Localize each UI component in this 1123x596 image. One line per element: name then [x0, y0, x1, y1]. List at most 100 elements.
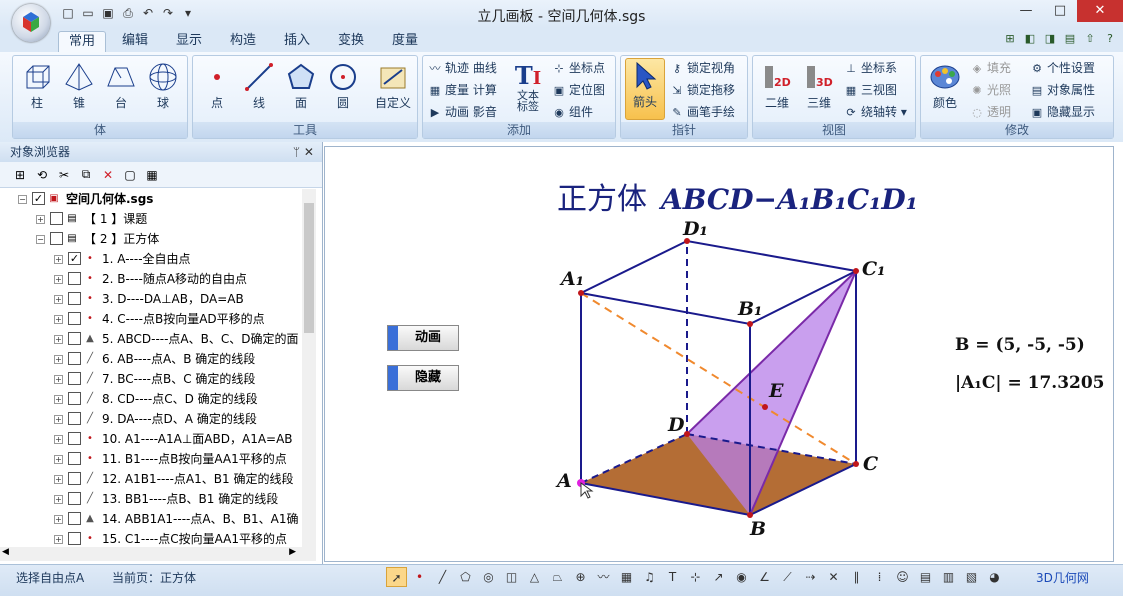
tree-checkbox[interactable] [68, 532, 81, 545]
view-2d-button[interactable]: 2D 二维 [757, 60, 797, 111]
drag-tool-icon[interactable]: ↗ [708, 567, 729, 587]
polygon-tool-icon[interactable]: ⬠ [455, 567, 476, 587]
tree-checkbox[interactable] [68, 352, 81, 365]
tree-checkbox[interactable]: ✓ [32, 192, 45, 205]
angle-tool-icon[interactable]: ∠ [754, 567, 775, 587]
point-d[interactable] [684, 431, 690, 437]
locate-image-button[interactable]: ▣ 定位图 [551, 80, 605, 100]
tree-checkbox[interactable] [68, 392, 81, 405]
drawing-canvas[interactable]: 正方体 ABCD−A₁B₁C₁D₁ A B C D E A₁ B₁ C₁ D₁ … [324, 146, 1114, 562]
hide-button[interactable]: 隐藏 [387, 365, 459, 391]
tree-checkbox[interactable] [68, 412, 81, 425]
2d-tool-icon[interactable]: ▥ [938, 567, 959, 587]
tree-expander-icon[interactable]: + [54, 395, 63, 404]
cross-tool-icon[interactable]: ✕ [823, 567, 844, 587]
plane-tool-button[interactable]: 面 [281, 60, 321, 111]
tree-expander-icon[interactable]: + [54, 475, 63, 484]
color-button[interactable]: 颜色 [925, 60, 965, 111]
point-b1[interactable] [747, 321, 753, 327]
refresh-icon[interactable]: ⟲ [34, 168, 50, 182]
tree-checkbox[interactable] [68, 512, 81, 525]
point-c[interactable] [853, 461, 859, 467]
tree-expander-icon[interactable]: + [54, 515, 63, 524]
three-view-button[interactable]: ▦ 三视图 [843, 80, 897, 100]
tree-expander-icon[interactable]: + [54, 275, 63, 284]
tree-checkbox[interactable] [68, 332, 81, 345]
delete-icon[interactable]: ✕ [100, 168, 116, 182]
tree-expander-icon[interactable]: + [54, 255, 63, 264]
axis-system-button[interactable]: ⊥ 坐标系 [843, 58, 897, 78]
scroll-right-icon[interactable]: ▶ [289, 547, 296, 557]
tree-checkbox[interactable] [50, 212, 63, 225]
tab-insert[interactable]: 插入 [274, 31, 320, 52]
tree-checkbox[interactable]: ✓ [68, 252, 81, 265]
tree-expander-icon[interactable]: + [54, 435, 63, 444]
ray-tool-icon[interactable]: ⇢ [800, 567, 821, 587]
tree-expander-icon[interactable]: − [18, 195, 27, 204]
point-c1[interactable] [853, 268, 859, 274]
settings-icon[interactable]: ▦ [144, 168, 160, 182]
frustum-button[interactable]: 台 [101, 60, 141, 111]
panel-pin-close[interactable]: ᛘ ✕ [293, 142, 314, 162]
light-button[interactable]: ✺ 光照 [969, 80, 1011, 100]
vertical-scrollbar[interactable] [302, 189, 316, 547]
custom-tool-button[interactable]: 自定义 [371, 60, 415, 111]
page-icon[interactable]: ▢ [122, 168, 138, 182]
window-icon[interactable]: ▤ [1063, 32, 1077, 46]
segment-tool-icon[interactable]: ╱ [432, 567, 453, 587]
text-tool-icon[interactable]: T [662, 567, 683, 587]
rotate-axis-button[interactable]: ⟳ 绕轴转 ▾ [843, 102, 906, 122]
measure-calc-button[interactable]: ▦ 度量 计算 [427, 80, 497, 100]
circle-tool-button[interactable]: 圆 [323, 60, 363, 111]
line-tool-icon[interactable]: ⟋ [777, 567, 798, 587]
sphere-button[interactable]: 球 [143, 60, 183, 111]
tree-checkbox[interactable] [68, 372, 81, 385]
tab-measure[interactable]: 度量 [382, 31, 428, 52]
eye-tool-icon[interactable]: ◉ [731, 567, 752, 587]
prism-tool-icon[interactable]: ◫ [501, 567, 522, 587]
help-icon[interactable]: ? [1103, 32, 1117, 46]
copy-icon[interactable]: ⧉ [78, 167, 94, 182]
animate-button[interactable]: 动画 [387, 325, 459, 351]
minimize-button[interactable]: — [1009, 0, 1043, 22]
transparent-button[interactable]: ◌ 透明 [969, 102, 1011, 122]
point-tool-button[interactable]: 点 [197, 60, 237, 111]
website-link[interactable]: 3D几何网 [1036, 569, 1089, 586]
tree-expander-icon[interactable]: + [54, 455, 63, 464]
tree-checkbox[interactable] [68, 292, 81, 305]
scroll-left-icon[interactable]: ◀ [2, 547, 9, 557]
pyramid-tool-icon[interactable]: △ [524, 567, 545, 587]
cut-icon[interactable]: ✂ [56, 168, 72, 182]
coord-tool-icon[interactable]: ⊹ [685, 567, 706, 587]
tree-checkbox[interactable] [68, 492, 81, 505]
add-page-icon[interactable]: ⊞ [1003, 32, 1017, 46]
table-tool-icon[interactable]: ▤ [915, 567, 936, 587]
tree-expander-icon[interactable]: + [54, 495, 63, 504]
frustum-tool-icon[interactable]: ⏢ [547, 567, 568, 587]
pen-draw-button[interactable]: ✎ 画笔手绘 [669, 102, 735, 122]
sphere-tool-icon[interactable]: ⊕ [570, 567, 591, 587]
tree-checkbox[interactable] [68, 272, 81, 285]
fill-button[interactable]: ◈ 填充 [969, 58, 1011, 78]
point-tool-icon[interactable]: • [409, 567, 430, 587]
component-button[interactable]: ◉ 组件 [551, 102, 593, 122]
tab-transform[interactable]: 变换 [328, 31, 374, 52]
tree-expander-icon[interactable]: + [54, 335, 63, 344]
personal-settings-button[interactable]: ⚙ 个性设置 [1029, 58, 1095, 78]
lock-view-button[interactable]: ⚷ 锁定视角 [669, 58, 735, 78]
line-tool-button[interactable]: 线 [239, 60, 279, 111]
style-icon[interactable]: ⇧ [1083, 32, 1097, 46]
color-tool-icon[interactable]: ◕ [984, 567, 1005, 587]
tab-edit[interactable]: 编辑 [112, 31, 158, 52]
maximize-button[interactable]: □ [1043, 0, 1077, 22]
parallel-tool-icon[interactable]: ∥ [846, 567, 867, 587]
object-properties-button[interactable]: ▤ 对象属性 [1029, 80, 1095, 100]
arrow-pointer-button[interactable]: 箭头 [625, 58, 665, 120]
tab-construct[interactable]: 构造 [220, 31, 266, 52]
circle-tool-icon[interactable]: ◎ [478, 567, 499, 587]
midpoint-tool-icon[interactable]: ⁞ [869, 567, 890, 587]
horizontal-scrollbar[interactable]: ◀ ▶ [0, 547, 316, 561]
tree-expander-icon[interactable]: − [36, 235, 45, 244]
tree-expander-icon[interactable]: + [54, 535, 63, 544]
tree-expander-icon[interactable]: + [54, 415, 63, 424]
